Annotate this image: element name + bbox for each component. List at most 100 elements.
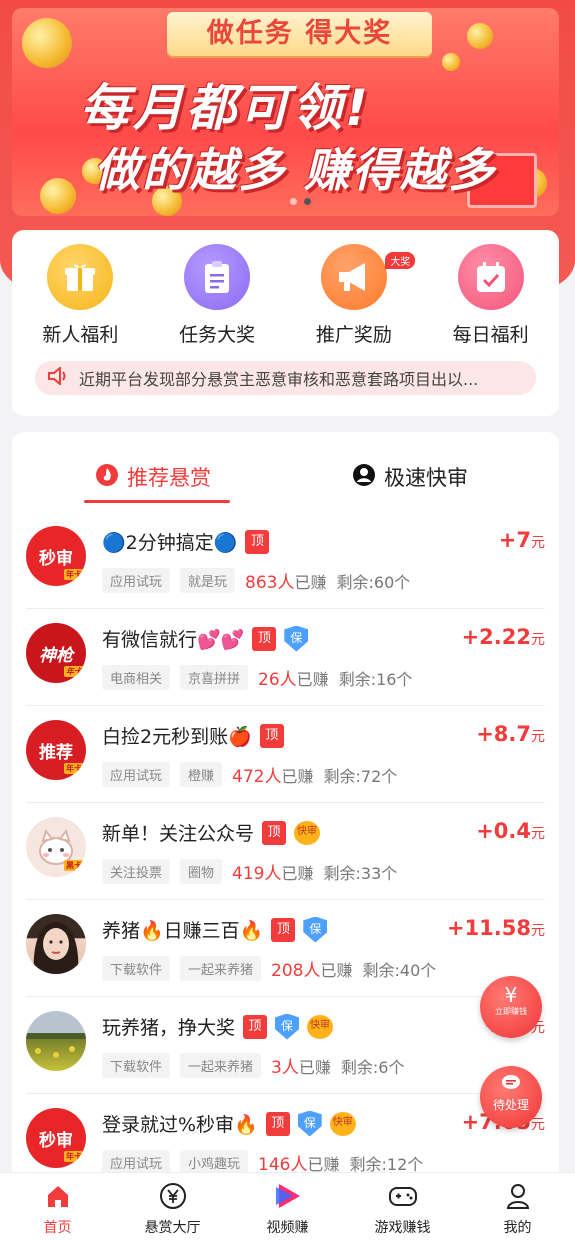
clipboard-icon bbox=[184, 244, 251, 310]
task-meta: 电商相关 京喜拼拼 26人已赚 剩余:16个 bbox=[102, 665, 412, 690]
avatar-text: 秒审 bbox=[39, 548, 73, 569]
banner-subheadline: 做的越多 赚得越多 bbox=[94, 143, 497, 197]
task-row[interactable]: 黑卡 新单！关注公众号 顶 快审 关注投票 圈物 419人已赚 剩余:33个 +… bbox=[26, 803, 545, 900]
tab-fast-review[interactable]: 极速快审 bbox=[352, 462, 468, 492]
carousel-dot-active[interactable] bbox=[304, 198, 311, 205]
category-chip: 应用试玩 bbox=[102, 762, 171, 787]
pinned-tag: 顶 bbox=[265, 1111, 290, 1136]
remaining-count: 剩余:33个 bbox=[323, 863, 398, 883]
fast-review-tag: 快审 bbox=[294, 820, 321, 845]
coin-decoration bbox=[40, 178, 76, 214]
entry-daily-benefit[interactable]: 每日福利 bbox=[422, 244, 559, 347]
task-avatar bbox=[26, 1011, 86, 1071]
earned-count: 3人已赚 bbox=[271, 1058, 331, 1078]
task-row[interactable]: 玩养猪，挣大奖 顶 保 快审 下载软件 一起来养猪 3人已赚 剩余:6个 +10… bbox=[26, 997, 545, 1094]
guarantee-tag: 保 bbox=[284, 625, 309, 652]
nav-game-earn[interactable]: 游戏赚钱 bbox=[345, 1173, 460, 1245]
float-label: 立即赚钱 bbox=[495, 1007, 527, 1016]
nav-label: 首页 bbox=[43, 1220, 72, 1236]
tab-recommended[interactable]: 推荐悬赏 bbox=[95, 462, 211, 492]
nav-mine[interactable]: 我的 bbox=[460, 1173, 575, 1245]
category-chip: 下载软件 bbox=[102, 1053, 171, 1078]
task-title: 养猪🔥日赚三百🔥 bbox=[102, 920, 264, 942]
category-chip: 电商相关 bbox=[102, 665, 171, 690]
avatar-badge: 年卡 bbox=[64, 1151, 84, 1162]
task-reward: +2.22元 bbox=[461, 625, 545, 649]
remaining-count: 剩余:16个 bbox=[338, 669, 413, 689]
entry-label: 推广奖励 bbox=[315, 324, 392, 346]
task-avatar: 黑卡 bbox=[26, 817, 86, 877]
avatar-badge: 年卡 bbox=[64, 666, 84, 677]
task-meta: 下载软件 一起来养猪 3人已赚 剩余:6个 bbox=[102, 1053, 404, 1078]
pending-floating-button[interactable]: 待处理 bbox=[480, 1066, 542, 1128]
entry-new-user-benefit[interactable]: 新人福利 bbox=[12, 244, 149, 347]
guarantee-tag: 保 bbox=[297, 1110, 322, 1137]
carousel-dot[interactable] bbox=[290, 198, 297, 205]
task-row[interactable]: 推荐 年卡 白捡2元秒到账🍎 顶 应用试玩 橙赚 472人已赚 剩余:72个 +… bbox=[26, 706, 545, 803]
gift-icon bbox=[47, 244, 114, 310]
guarantee-tag: 保 bbox=[303, 916, 328, 943]
task-row[interactable]: 养猪🔥日赚三百🔥 顶 保 下载软件 一起来养猪 208人已赚 剩余:40个 +1… bbox=[26, 900, 545, 997]
avatar-badge: 黑卡 bbox=[64, 860, 84, 871]
avatar-text: 神枪 bbox=[39, 645, 73, 666]
nav-label: 游戏赚钱 bbox=[374, 1220, 431, 1236]
megaphone-icon bbox=[320, 244, 387, 310]
nav-video-earn[interactable]: 视频赚 bbox=[230, 1173, 345, 1245]
earn-now-floating-button[interactable]: ¥ 立即赚钱 bbox=[480, 976, 542, 1038]
task-title-line: 🔵2分钟搞定🔵 顶 bbox=[102, 528, 270, 555]
coin-decoration bbox=[442, 53, 460, 71]
carousel-dots bbox=[290, 198, 311, 205]
app-chip: 橙赚 bbox=[180, 762, 223, 787]
earned-count: 26人已赚 bbox=[258, 670, 329, 690]
nav-label: 悬赏大厅 bbox=[144, 1220, 201, 1236]
task-title-line: 养猪🔥日赚三百🔥 顶 保 bbox=[102, 916, 328, 943]
user-icon bbox=[352, 463, 376, 492]
app-chip: 一起来养猪 bbox=[180, 956, 262, 981]
calendar-icon bbox=[457, 244, 524, 310]
yen-circle-icon bbox=[115, 1181, 230, 1211]
avatar-badge: 年卡 bbox=[64, 569, 84, 580]
nav-home[interactable]: 首页 bbox=[0, 1173, 115, 1245]
app-chip: 京喜拼拼 bbox=[180, 665, 249, 690]
task-list-card: 推荐悬赏 极速快审 秒审 年卡 🔵2分钟搞定🔵 顶 应用试玩 就是玩 863人已… bbox=[12, 432, 559, 1192]
earned-count: 208人已赚 bbox=[271, 961, 353, 981]
remaining-count: 剩余:6个 bbox=[340, 1057, 405, 1077]
avatar-badge: 年卡 bbox=[64, 763, 84, 774]
entry-promotion-reward[interactable]: 大奖 推广奖励 bbox=[286, 244, 423, 347]
promo-banner[interactable]: 做任务 得大奖 每月都可领! 做的越多 赚得越多 bbox=[12, 8, 559, 216]
prize-badge: 大奖 bbox=[385, 252, 416, 269]
app-chip: 就是玩 bbox=[180, 568, 236, 593]
task-title: 有微信就行💕💕 bbox=[102, 629, 245, 651]
gamepad-icon bbox=[345, 1181, 460, 1211]
earned-count: 472人已赚 bbox=[232, 767, 314, 787]
task-title: 🔵2分钟搞定🔵 bbox=[102, 532, 238, 554]
banner-headline: 每月都可领! bbox=[80, 79, 371, 137]
entry-task-prize[interactable]: 任务大奖 bbox=[149, 244, 286, 347]
earned-count: 863人已赚 bbox=[245, 573, 327, 593]
field-avatar-icon bbox=[26, 1033, 86, 1058]
entry-label: 新人福利 bbox=[42, 324, 119, 346]
nav-reward-hall[interactable]: 悬赏大厅 bbox=[115, 1173, 230, 1245]
pinned-tag: 顶 bbox=[271, 917, 296, 942]
home-icon bbox=[0, 1181, 115, 1211]
nav-label: 视频赚 bbox=[266, 1220, 309, 1236]
task-row[interactable]: 秒审 年卡 🔵2分钟搞定🔵 顶 应用试玩 就是玩 863人已赚 剩余:60个 +… bbox=[26, 512, 545, 609]
notice-bar[interactable]: 近期平台发现部分悬赏主恶意审核和恶意套路项目出以... bbox=[35, 361, 536, 395]
task-reward: +0.4元 bbox=[476, 819, 545, 843]
quick-entry-card: 新人福利 任务大奖 大奖 推广奖励 每日福利 近期平台发现部分悬赏主恶意审核和恶… bbox=[12, 230, 559, 416]
tab-active-indicator bbox=[84, 500, 230, 503]
task-title-line: 白捡2元秒到账🍎 顶 bbox=[102, 722, 284, 749]
portrait-avatar-icon bbox=[33, 922, 79, 974]
pinned-tag: 顶 bbox=[259, 723, 284, 748]
task-reward: +8.7元 bbox=[476, 722, 545, 746]
remaining-count: 剩余:72个 bbox=[323, 766, 398, 786]
task-title-line: 玩养猪，挣大奖 顶 保 快审 bbox=[102, 1013, 334, 1040]
category-chip: 应用试玩 bbox=[102, 568, 171, 593]
task-row[interactable]: 神枪 年卡 有微信就行💕💕 顶 保 电商相关 京喜拼拼 26人已赚 剩余:16个… bbox=[26, 609, 545, 706]
avatar-text: 推荐 bbox=[39, 742, 73, 763]
bottom-navigation: 首页 悬赏大厅 视频赚 游戏赚钱 我的 bbox=[0, 1172, 575, 1245]
tab-label: 极速快审 bbox=[384, 466, 468, 490]
task-title-line: 新单！关注公众号 顶 快审 bbox=[102, 819, 321, 846]
speaker-icon bbox=[47, 365, 69, 389]
task-reward: +11.58元 bbox=[446, 916, 545, 940]
